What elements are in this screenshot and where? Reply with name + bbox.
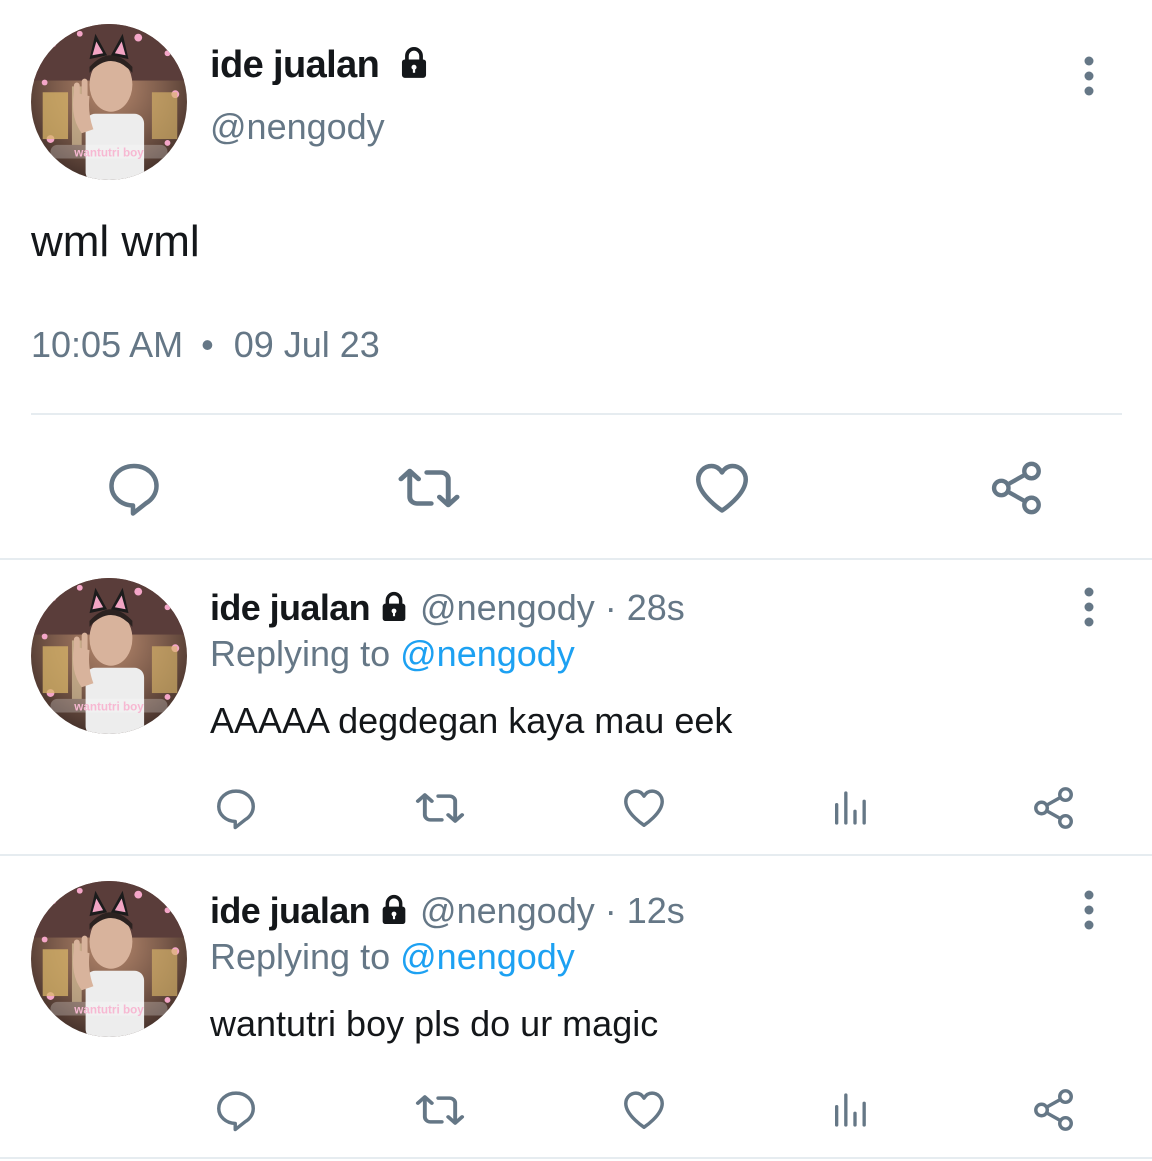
share-icon[interactable] [1031, 785, 1077, 831]
replying-to: Replying to @nengody [210, 936, 575, 978]
share-icon[interactable] [988, 458, 1046, 518]
more-vertical-icon[interactable] [1082, 56, 1096, 96]
divider [0, 854, 1152, 856]
more-vertical-icon[interactable] [1082, 890, 1096, 930]
more-vertical-icon[interactable] [1082, 587, 1096, 627]
main-tweet-display-name[interactable]: ide jualan [210, 44, 431, 87]
reply-separator: · [604, 890, 617, 931]
reply-handle[interactable]: @nengody [420, 587, 595, 628]
analytics-icon[interactable] [830, 787, 870, 829]
replying-to: Replying to @nengody [210, 633, 575, 675]
heart-icon[interactable] [692, 458, 752, 518]
reply-text: AAAAA degdegan kaya mau eek [210, 700, 733, 741]
replying-mention-link[interactable]: @nengody [400, 633, 575, 674]
lock-icon [378, 591, 410, 623]
retweet-icon[interactable] [414, 1087, 466, 1133]
reply-header: ide jualan @nengody · 28s [210, 587, 685, 629]
reply-time: 12s [626, 890, 685, 931]
reply-avatar[interactable]: wantutri boy [31, 578, 187, 734]
reply-text: wantutri boy pls do ur magic [210, 1003, 659, 1044]
heart-icon[interactable] [621, 785, 667, 831]
reply-avatar[interactable]: wantutri boy [31, 881, 187, 1037]
share-icon[interactable] [1031, 1087, 1077, 1133]
lock-icon [397, 46, 431, 80]
reply-icon[interactable] [213, 785, 259, 831]
meta-separator: • [201, 324, 214, 365]
heart-icon[interactable] [621, 1087, 667, 1133]
reply-icon[interactable] [104, 458, 164, 518]
reply-time: 28s [626, 587, 685, 628]
reply-separator: · [604, 587, 617, 628]
replying-label: Replying to [210, 936, 391, 977]
avatar-caption: wantutri boy [73, 1004, 144, 1017]
replying-mention-link[interactable]: @nengody [400, 936, 575, 977]
tweet-date: 09 Jul 23 [233, 324, 380, 365]
reply-icon[interactable] [213, 1087, 259, 1133]
retweet-icon[interactable] [414, 785, 466, 831]
reply-handle[interactable]: @nengody [420, 890, 595, 931]
main-tweet-text: wml wml [31, 217, 200, 266]
divider [0, 1157, 1152, 1159]
reply-header: ide jualan @nengody · 12s [210, 890, 685, 932]
avatar-caption: wantutri boy [73, 701, 144, 714]
divider [0, 558, 1152, 560]
tweet-time: 10:05 AM [31, 324, 184, 365]
lock-icon [378, 894, 410, 926]
main-tweet-timestamp: 10:05 AM • 09 Jul 23 [31, 324, 380, 366]
retweet-icon[interactable] [396, 458, 462, 518]
replying-label: Replying to [210, 633, 391, 674]
reply-display-name[interactable]: ide jualan [210, 587, 371, 628]
display-name[interactable]: ide jualan [210, 44, 380, 86]
main-tweet-avatar[interactable]: wantutri boy [31, 24, 187, 180]
divider [31, 413, 1122, 415]
avatar-caption: wantutri boy [73, 147, 144, 160]
analytics-icon[interactable] [830, 1089, 870, 1131]
reply-display-name[interactable]: ide jualan [210, 890, 371, 931]
main-tweet-handle[interactable]: @nengody [210, 106, 385, 148]
